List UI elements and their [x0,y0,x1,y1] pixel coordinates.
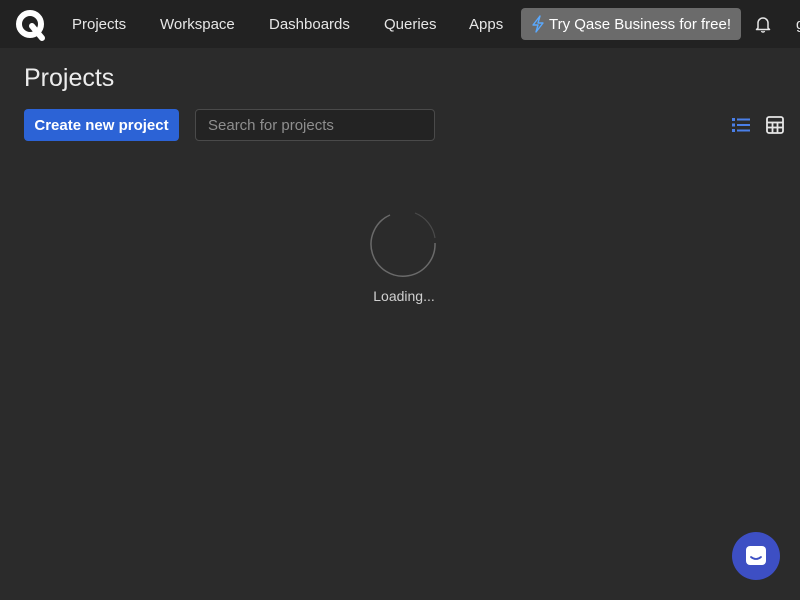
truncated-menu-item[interactable]: g [796,15,800,35]
top-navigation-bar: Projects Workspace Dashboards Queries Ap… [0,0,800,48]
loading-text: Loading... [373,288,435,304]
chat-launcher-button[interactable] [732,532,780,580]
search-input[interactable] [195,109,435,141]
nav-workspace[interactable]: Workspace [160,15,235,35]
create-project-button[interactable]: Create new project [24,109,179,141]
page-title: Projects [24,64,115,92]
nav-dashboards[interactable]: Dashboards [269,15,350,35]
loading-spinner [370,212,436,277]
chat-icon [746,546,766,565]
list-view-icon[interactable] [731,116,751,134]
try-business-button[interactable]: Try Qase Business for free! [521,8,741,40]
nav-apps[interactable]: Apps [469,15,503,35]
bell-icon[interactable] [754,15,772,33]
lightning-icon [532,15,544,33]
nav-projects[interactable]: Projects [72,15,126,35]
qase-logo[interactable] [14,9,46,41]
nav-queries[interactable]: Queries [384,15,437,35]
grid-view-icon[interactable] [766,116,784,134]
promo-label: Try Qase Business for free! [549,15,732,33]
